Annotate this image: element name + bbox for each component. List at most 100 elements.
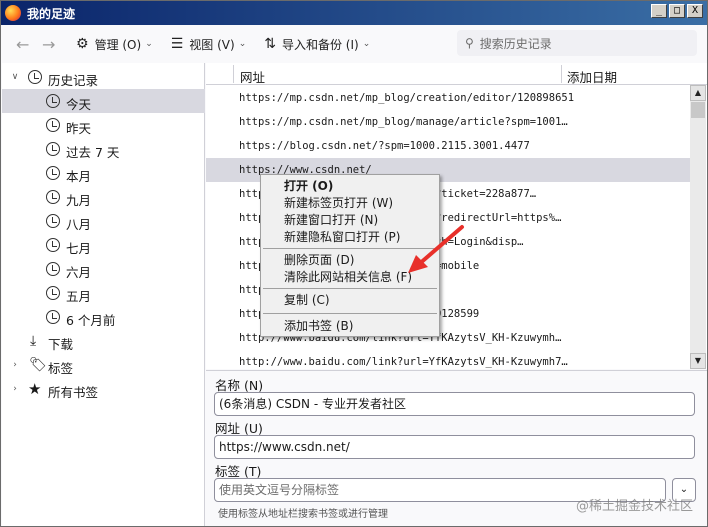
tree-item-history-period[interactable]: 六月 bbox=[2, 257, 205, 281]
tree-item-label: 九月 bbox=[66, 193, 92, 208]
sidebar-tree: ∨ 历史记录 今天 昨天 过去 7 天本月 九月 八月 七月 六月 五月 6 个月前 ⤓ 下载 … bbox=[2, 63, 205, 526]
minimize-button[interactable]: _ bbox=[651, 4, 667, 18]
gear-icon: ⚙ bbox=[76, 36, 89, 52]
tree-item-history-period[interactable]: 五月 bbox=[2, 281, 205, 305]
tree-item-label: 6 个月前 bbox=[66, 313, 116, 328]
tree-item-tags[interactable]: › 🏷 标签 bbox=[2, 353, 205, 377]
clock-icon bbox=[46, 286, 60, 300]
tree-item-history-period[interactable]: 6 个月前 bbox=[2, 305, 205, 329]
table-row[interactable]: https://mp.csdn.net/mp_blog/creation/edi… bbox=[206, 86, 690, 110]
maximize-button[interactable]: □ bbox=[669, 4, 685, 18]
menu-item-copy[interactable]: 复制 (C) bbox=[261, 291, 439, 309]
clock-icon bbox=[46, 166, 60, 180]
row-url: http://www.baidu.com/link?url=YfKAzytsV_… bbox=[239, 356, 568, 368]
tree-item-label: 七月 bbox=[66, 241, 92, 256]
column-separator[interactable] bbox=[561, 65, 562, 83]
name-field[interactable]: (6条消息) CSDN - 专业开发者社区 bbox=[214, 392, 695, 416]
search-input[interactable]: ⚲ 搜索历史记录 bbox=[457, 30, 697, 56]
vertical-scrollbar[interactable]: ▲ ▼ bbox=[690, 85, 706, 369]
table-row[interactable]: https://mp.csdn.net/mp_blog/manage/artic… bbox=[206, 110, 690, 134]
clock-icon bbox=[46, 214, 60, 228]
chevron-right-icon[interactable]: › bbox=[10, 360, 20, 370]
tree-item-label: 八月 bbox=[66, 217, 92, 232]
column-separator bbox=[233, 65, 234, 83]
scroll-down-button[interactable]: ▼ bbox=[690, 353, 706, 369]
views-label: 视图 (V) bbox=[189, 37, 235, 52]
menu-item-open-new-tab[interactable]: 新建标签页打开 (W) bbox=[261, 194, 439, 212]
tree-item-label: 历史记录 bbox=[48, 73, 99, 88]
tree-item-label: 本月 bbox=[66, 169, 92, 184]
tree-item-label: 过去 7 天 bbox=[66, 145, 120, 160]
chevron-down-icon: ⌄ bbox=[238, 39, 247, 49]
library-window: 我的足迹 _ □ X ← → ⚙ 管理 (O) ⌄ ☰ 视图 (V) ⌄ ⇅ 导… bbox=[0, 0, 708, 527]
clock-icon bbox=[46, 142, 60, 156]
clock-icon bbox=[46, 310, 60, 324]
clock-icon bbox=[46, 94, 60, 108]
download-icon: ⤓ bbox=[30, 333, 37, 349]
tree-item-history-period[interactable]: 过去 7 天 bbox=[2, 137, 205, 161]
tree-item-history[interactable]: ∨ 历史记录 bbox=[2, 65, 205, 89]
tree-item-label: 五月 bbox=[66, 289, 92, 304]
tree-item-all-bookmarks[interactable]: › ★ 所有书签 bbox=[2, 377, 205, 401]
firefox-logo-icon bbox=[5, 5, 21, 21]
column-header-url[interactable]: 网址 bbox=[240, 67, 265, 86]
chevron-down-icon: ⌄ bbox=[362, 39, 371, 49]
menu-separator bbox=[263, 313, 437, 314]
clock-icon bbox=[46, 238, 60, 252]
clock-icon bbox=[28, 70, 42, 84]
window-title: 我的足迹 bbox=[27, 6, 76, 21]
search-placeholder: 搜索历史记录 bbox=[479, 36, 552, 51]
tree-item-label: 所有书签 bbox=[48, 385, 99, 400]
star-icon: ★ bbox=[28, 380, 42, 398]
window-controls: _ □ X bbox=[651, 4, 703, 18]
tree-item-history-period[interactable]: 昨天 bbox=[2, 113, 205, 137]
tree-item-history-period[interactable]: 今天 bbox=[2, 89, 205, 113]
tree-item-history-period[interactable]: 八月 bbox=[2, 209, 205, 233]
manage-menu-button[interactable]: ⚙ 管理 (O) ⌄ bbox=[76, 36, 153, 53]
chevron-down-icon[interactable]: ∨ bbox=[10, 72, 20, 82]
manage-label: 管理 (O) bbox=[94, 37, 142, 52]
menu-separator bbox=[263, 288, 437, 289]
tree-item-label: 下载 bbox=[48, 337, 74, 352]
table-row[interactable]: https://blog.csdn.net/?spm=1000.2115.300… bbox=[206, 134, 690, 158]
toolbar: ← → ⚙ 管理 (O) ⌄ ☰ 视图 (V) ⌄ ⇅ 导入和备份 (I) ⌄ … bbox=[2, 26, 707, 62]
tree-item-label: 今天 bbox=[66, 97, 92, 112]
tree-item-history-period[interactable]: 本月 bbox=[2, 161, 205, 185]
tree-item-history-period[interactable]: 七月 bbox=[2, 233, 205, 257]
scroll-thumb[interactable] bbox=[691, 102, 705, 118]
list-icon: ☰ bbox=[170, 36, 184, 52]
watermark: @稀土掘金技术社区 bbox=[575, 499, 693, 514]
tree-item-label: 昨天 bbox=[66, 121, 92, 136]
url-field[interactable]: https://www.csdn.net/ bbox=[214, 435, 695, 459]
row-url: https://mp.csdn.net/mp_blog/creation/edi… bbox=[239, 92, 575, 104]
chevron-right-icon[interactable]: › bbox=[10, 384, 20, 394]
table-header: 网址 添加日期 bbox=[206, 63, 707, 85]
menu-item-add-bookmark[interactable]: 添加书签 (B) bbox=[261, 317, 439, 335]
clock-icon bbox=[46, 262, 60, 276]
tree-item-label: 六月 bbox=[66, 265, 92, 280]
import-backup-menu-button[interactable]: ⇅ 导入和备份 (I) ⌄ bbox=[264, 36, 370, 53]
tag-icon: 🏷 bbox=[29, 357, 47, 373]
menu-item-open[interactable]: 打开 (O) bbox=[261, 177, 439, 195]
tree-item-history-period[interactable]: 九月 bbox=[2, 185, 205, 209]
import-backup-label: 导入和备份 (I) bbox=[281, 37, 359, 52]
tags-hint: 使用标签从地址栏搜索书签或进行管理 bbox=[218, 509, 388, 520]
views-menu-button[interactable]: ☰ 视图 (V) ⌄ bbox=[171, 36, 247, 53]
import-export-icon: ⇅ bbox=[264, 36, 276, 52]
scroll-up-button[interactable]: ▲ bbox=[690, 85, 706, 101]
row-url: https://blog.csdn.net/?spm=1000.2115.300… bbox=[239, 140, 530, 152]
tree-item-downloads[interactable]: ⤓ 下载 bbox=[2, 329, 205, 353]
row-url: https://mp.csdn.net/mp_blog/manage/artic… bbox=[239, 116, 568, 128]
clock-icon bbox=[46, 118, 60, 132]
chevron-down-icon: ⌄ bbox=[679, 484, 689, 495]
column-header-date-added[interactable]: 添加日期 bbox=[567, 67, 617, 86]
back-button[interactable]: ← bbox=[16, 35, 36, 54]
title-bar[interactable]: 我的足迹 _ □ X bbox=[1, 1, 707, 25]
clock-icon bbox=[46, 190, 60, 204]
tree-item-label: 标签 bbox=[48, 361, 74, 376]
forward-button[interactable]: → bbox=[42, 35, 62, 54]
close-button[interactable]: X bbox=[687, 4, 703, 18]
search-icon: ⚲ bbox=[465, 36, 474, 50]
chevron-down-icon: ⌄ bbox=[145, 39, 153, 49]
annotation-arrow bbox=[408, 225, 464, 273]
